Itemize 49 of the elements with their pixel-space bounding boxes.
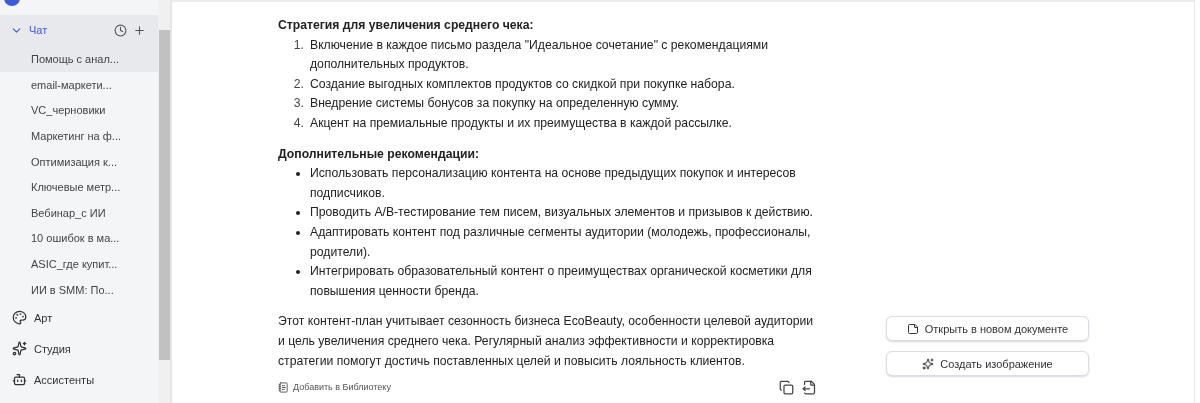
add-icon[interactable] — [133, 23, 146, 37]
chat-item[interactable]: Оптимизация к... — [0, 148, 158, 175]
list-number: 4. — [293, 114, 304, 132]
list-number: 3. — [293, 95, 304, 113]
action-button[interactable]: Открыть в новом документе — [886, 316, 1089, 341]
nav-item[interactable]: Ассистенты — [34, 373, 95, 386]
chat-item[interactable]: Вебинар_с ИИ — [0, 199, 158, 226]
bullet-icon — [296, 230, 300, 235]
chat-item[interactable]: Маркетинг на ф... — [0, 123, 158, 149]
export-icon[interactable] — [802, 380, 817, 396]
palette-icon — [12, 310, 27, 326]
list-item: Адаптировать контент под различные сегменты аудитории (молодежь, профессионалы, родители). — [310, 223, 812, 261]
chat-item[interactable]: VC_черновики — [0, 97, 158, 124]
chat-section-header[interactable]: Чат — [0, 15, 158, 45]
conclusion-paragraph: Этот контент-план учитывает сезонность бизнеса EcoBeauty, особенности целевой аудитории и цель увеличения среднего чека. Регулярный анализ эффективности и корректировка стратегии помогут достичь поставленных целей и повысить лояльность клиентов. — [278, 313, 815, 370]
bullet-icon — [296, 211, 300, 216]
section-heading: Дополнительные рекомендации: — [278, 145, 480, 163]
nav-item[interactable]: Студия — [34, 342, 71, 355]
sparkle-icon — [922, 357, 935, 370]
history-icon[interactable] — [114, 23, 127, 37]
sparkle-icon — [12, 341, 27, 357]
list-item: Проводить A/B-тестирование тем писем, визуальных элементов и призывов к действию. — [310, 204, 814, 222]
list-item: Использовать персонализацию контента на основе предыдущих покупок и интересов подписчиков. — [310, 165, 797, 202]
notebook-icon — [278, 382, 289, 394]
copy-icon[interactable] — [779, 380, 794, 396]
list-number: 1. — [293, 36, 304, 54]
bullet-icon — [296, 172, 300, 177]
chat-item[interactable]: ASIC_где купит... — [0, 251, 158, 277]
chat-item[interactable]: ИИ в SMM: По... — [0, 276, 158, 303]
list-item: Включение в каждое письмо раздела "Идеальное сочетание" с рекомендациями дополнительных продуктов. — [310, 36, 769, 74]
add-to-library-link[interactable]: Добавить в Библиотеку — [293, 378, 391, 398]
scrollbar-thumb[interactable] — [158, 30, 170, 360]
chat-item[interactable]: Помощь с анал... — [0, 45, 158, 72]
list-number: 2. — [293, 75, 304, 93]
bullet-icon — [296, 270, 300, 275]
chat-item[interactable]: email-маркети... — [0, 72, 158, 98]
list-item: Акцент на премиальные продукты и их преимущества в каждой рассылке. — [310, 114, 733, 132]
list-item: Внедрение системы бонусов за покупку на определенную сумму. — [310, 95, 681, 113]
list-item: Создание выгодных комплектов продуктов со скидкой при покупке набора. — [310, 75, 736, 93]
section-heading: Стратегия для увеличения среднего чека: — [278, 17, 535, 34]
nav-item[interactable]: Арт — [34, 311, 53, 324]
chat-item[interactable]: Ключевые метр... — [0, 174, 158, 200]
chat-label: Чат — [29, 24, 49, 36]
chat-item[interactable]: 10 ошибок в ма... — [0, 225, 158, 252]
list-item: Интегрировать образовательный контент о преимуществах органической косметики для повышения ценности бренда. — [310, 263, 813, 300]
robot-icon — [12, 372, 27, 388]
action-button[interactable]: Создать изображение — [886, 351, 1089, 376]
note-icon — [906, 322, 919, 335]
scrollbar[interactable] — [158, 0, 172, 403]
